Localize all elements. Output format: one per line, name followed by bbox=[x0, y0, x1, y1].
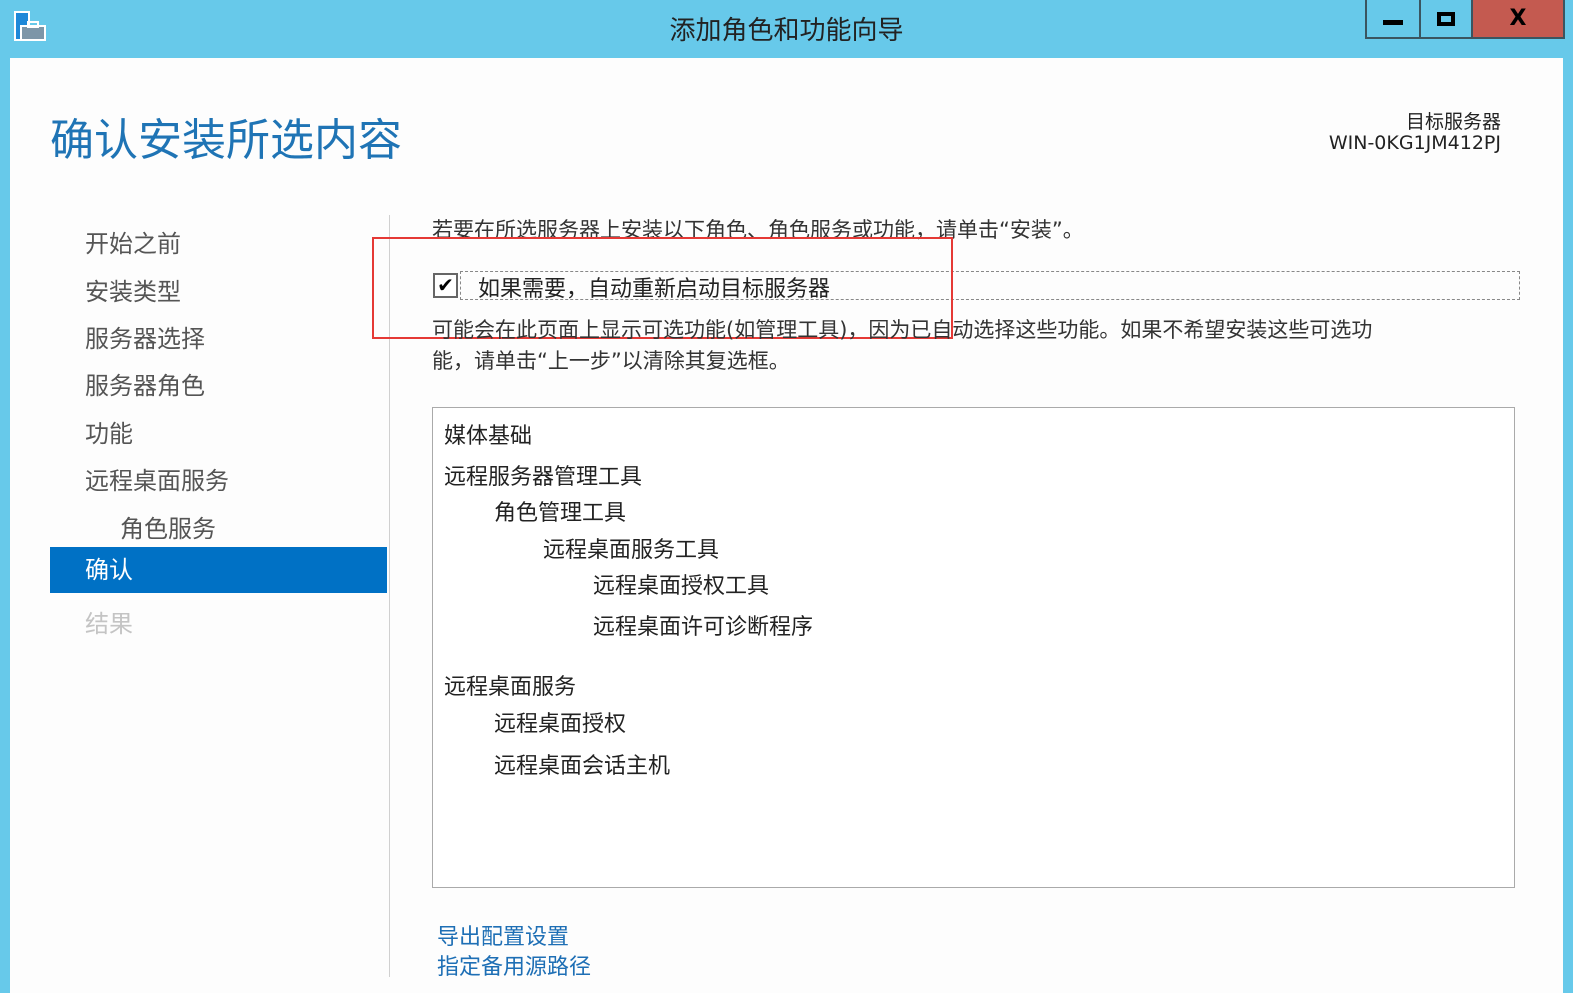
sidebar-item-role-services[interactable]: 角色服务 bbox=[120, 509, 216, 544]
list-item: 远程桌面授权工具 bbox=[593, 574, 770, 599]
list-item: 远程桌面会话主机 bbox=[494, 754, 671, 779]
title-bar: 添加角色和功能向导 X bbox=[0, 0, 1573, 58]
page-title: 确认安装所选内容 bbox=[50, 115, 402, 166]
minimize-button[interactable] bbox=[1365, 0, 1421, 39]
list-item: 远程服务器管理工具 bbox=[444, 465, 643, 490]
sidebar-item-server-roles[interactable]: 服务器角色 bbox=[85, 366, 205, 401]
alternate-source-path-link[interactable]: 指定备用源路径 bbox=[437, 949, 591, 981]
sidebar-item-installation-type[interactable]: 安装类型 bbox=[85, 272, 181, 307]
note-line-1: 可能会在此页面上显示可选功能(如管理工具)，因为已自动选择这些功能。如果不希望安… bbox=[432, 318, 1373, 342]
sidebar-item-confirmation[interactable]: 确认 bbox=[50, 547, 387, 593]
list-item: 远程桌面授权 bbox=[494, 712, 627, 737]
note-line-2: 能，请单击“上一步”以清除其复选框。 bbox=[432, 349, 790, 373]
sidebar-item-before-you-begin[interactable]: 开始之前 bbox=[85, 224, 181, 259]
sidebar-item-features[interactable]: 功能 bbox=[85, 414, 133, 449]
list-item: 远程桌面服务工具 bbox=[543, 538, 720, 563]
sidebar-item-server-selection[interactable]: 服务器选择 bbox=[85, 319, 205, 354]
target-server-name: WIN-0KG1JM412PJ bbox=[1328, 132, 1501, 154]
export-configuration-link[interactable]: 导出配置设置 bbox=[437, 919, 569, 951]
list-item: 远程桌面许可诊断程序 bbox=[593, 615, 814, 640]
maximize-icon bbox=[1437, 11, 1455, 26]
maximize-button[interactable] bbox=[1421, 0, 1473, 39]
list-item: 媒体基础 bbox=[444, 424, 533, 449]
minimize-icon bbox=[1383, 20, 1403, 25]
target-server-label: 目标服务器 bbox=[1405, 111, 1501, 133]
list-item: 角色管理工具 bbox=[494, 501, 627, 526]
list-item: 远程桌面服务 bbox=[444, 675, 577, 700]
window-title: 添加角色和功能向导 bbox=[669, 16, 904, 46]
sidebar-item-results: 结果 bbox=[85, 610, 133, 638]
close-icon: X bbox=[1509, 6, 1527, 31]
close-button[interactable]: X bbox=[1473, 0, 1565, 39]
sidebar-item-remote-desktop-services[interactable]: 远程桌面服务 bbox=[85, 461, 229, 496]
